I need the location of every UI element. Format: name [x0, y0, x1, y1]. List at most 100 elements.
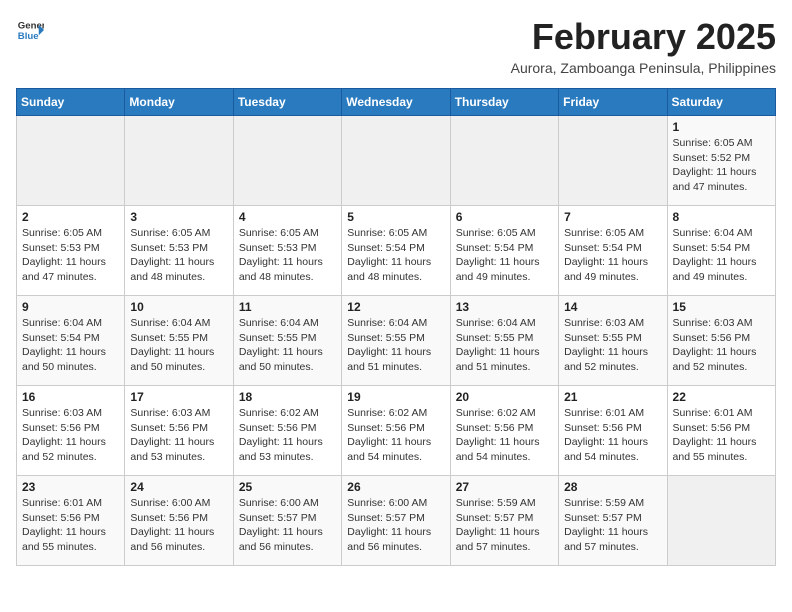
calendar-day-cell: 13 Sunrise: 6:04 AM Sunset: 5:55 PM Dayli… — [450, 296, 558, 386]
day-number: 28 — [564, 480, 661, 494]
calendar-day-cell: 5Sunrise: 6:05 AM Sunset: 5:54 PM Daylig… — [342, 206, 450, 296]
day-number: 17 — [130, 390, 227, 404]
calendar-day-cell: 17 Sunrise: 6:03 AM Sunset: 5:56 PM Dayli… — [125, 386, 233, 476]
day-number: 9 — [22, 300, 119, 314]
calendar-day-cell: 15 Sunrise: 6:03 AM Sunset: 5:56 PM Dayli… — [667, 296, 775, 386]
calendar-day-cell: 9 Sunrise: 6:04 AM Sunset: 5:54 PM Daylig… — [17, 296, 125, 386]
day-info: Sunrise: 6:02 AM Sunset: 5:56 PM Dayligh… — [239, 406, 336, 465]
day-number: 11 — [239, 300, 336, 314]
calendar-day-cell: 27 Sunrise: 5:59 AM Sunset: 5:57 PM Dayli… — [450, 476, 558, 566]
calendar-day-cell: 10 Sunrise: 6:04 AM Sunset: 5:55 PM Dayli… — [125, 296, 233, 386]
calendar-day-cell: 1 Sunrise: 6:05 AM Sunset: 5:52 PM Daylig… — [667, 116, 775, 206]
logo-icon: General Blue — [16, 16, 44, 44]
calendar-week-row: 9 Sunrise: 6:04 AM Sunset: 5:54 PM Daylig… — [17, 296, 776, 386]
calendar-day-cell: 8 Sunrise: 6:04 AM Sunset: 5:54 PM Daylig… — [667, 206, 775, 296]
calendar-week-row: 16 Sunrise: 6:03 AM Sunset: 5:56 PM Dayli… — [17, 386, 776, 476]
day-number: 24 — [130, 480, 227, 494]
day-info: Sunrise: 6:04 AM Sunset: 5:55 PM Dayligh… — [239, 316, 336, 375]
day-number: 2 — [22, 210, 119, 224]
day-number: 10 — [130, 300, 227, 314]
calendar-day-cell — [17, 116, 125, 206]
day-info: Sunrise: 6:02 AM Sunset: 5:56 PM Dayligh… — [347, 406, 444, 465]
day-info: Sunrise: 6:05 AM Sunset: 5:53 PM Dayligh… — [130, 226, 227, 285]
calendar-day-cell: 21 Sunrise: 6:01 AM Sunset: 5:56 PM Dayli… — [559, 386, 667, 476]
calendar-day-cell: 4 Sunrise: 6:05 AM Sunset: 5:53 PM Daylig… — [233, 206, 341, 296]
title-section: February 2025 Aurora, Zamboanga Peninsul… — [511, 16, 776, 76]
day-info: Sunrise: 5:59 AM Sunset: 5:57 PM Dayligh… — [456, 496, 553, 555]
calendar-day-cell: 6 Sunrise: 6:05 AM Sunset: 5:54 PM Daylig… — [450, 206, 558, 296]
calendar-day-cell: 20Sunrise: 6:02 AM Sunset: 5:56 PM Dayli… — [450, 386, 558, 476]
month-year-title: February 2025 — [511, 16, 776, 58]
svg-text:Blue: Blue — [18, 31, 39, 42]
day-number: 4 — [239, 210, 336, 224]
day-number: 19 — [347, 390, 444, 404]
day-number: 27 — [456, 480, 553, 494]
day-info: Sunrise: 6:03 AM Sunset: 5:55 PM Dayligh… — [564, 316, 661, 375]
calendar-week-row: 1 Sunrise: 6:05 AM Sunset: 5:52 PM Daylig… — [17, 116, 776, 206]
calendar-week-row: 2 Sunrise: 6:05 AM Sunset: 5:53 PM Daylig… — [17, 206, 776, 296]
day-of-week-header: Monday — [125, 89, 233, 116]
day-info: Sunrise: 6:05 AM Sunset: 5:53 PM Dayligh… — [239, 226, 336, 285]
calendar-day-cell: 18 Sunrise: 6:02 AM Sunset: 5:56 PM Dayli… — [233, 386, 341, 476]
day-of-week-header: Thursday — [450, 89, 558, 116]
day-info: Sunrise: 6:03 AM Sunset: 5:56 PM Dayligh… — [130, 406, 227, 465]
day-number: 6 — [456, 210, 553, 224]
day-number: 15 — [673, 300, 770, 314]
day-info: Sunrise: 6:05 AM Sunset: 5:52 PM Dayligh… — [673, 136, 770, 195]
logo: General Blue — [16, 16, 44, 44]
day-info: Sunrise: 6:00 AM Sunset: 5:57 PM Dayligh… — [347, 496, 444, 555]
day-number: 14 — [564, 300, 661, 314]
day-number: 18 — [239, 390, 336, 404]
day-info: Sunrise: 5:59 AM Sunset: 5:57 PM Dayligh… — [564, 496, 661, 555]
day-of-week-header: Friday — [559, 89, 667, 116]
day-number: 12 — [347, 300, 444, 314]
day-info: Sunrise: 6:03 AM Sunset: 5:56 PM Dayligh… — [22, 406, 119, 465]
day-of-week-header: Saturday — [667, 89, 775, 116]
calendar-day-cell: 3Sunrise: 6:05 AM Sunset: 5:53 PM Daylig… — [125, 206, 233, 296]
day-info: Sunrise: 6:01 AM Sunset: 5:56 PM Dayligh… — [22, 496, 119, 555]
day-of-week-header: Sunday — [17, 89, 125, 116]
day-info: Sunrise: 6:04 AM Sunset: 5:54 PM Dayligh… — [22, 316, 119, 375]
calendar-day-cell: 22Sunrise: 6:01 AM Sunset: 5:56 PM Dayli… — [667, 386, 775, 476]
calendar-day-cell: 26Sunrise: 6:00 AM Sunset: 5:57 PM Dayli… — [342, 476, 450, 566]
day-info: Sunrise: 6:04 AM Sunset: 5:55 PM Dayligh… — [130, 316, 227, 375]
calendar-day-cell — [667, 476, 775, 566]
day-info: Sunrise: 6:04 AM Sunset: 5:54 PM Dayligh… — [673, 226, 770, 285]
day-info: Sunrise: 6:05 AM Sunset: 5:54 PM Dayligh… — [347, 226, 444, 285]
day-number: 16 — [22, 390, 119, 404]
day-info: Sunrise: 6:04 AM Sunset: 5:55 PM Dayligh… — [456, 316, 553, 375]
calendar-day-cell: 25 Sunrise: 6:00 AM Sunset: 5:57 PM Dayli… — [233, 476, 341, 566]
calendar-day-cell: 24 Sunrise: 6:00 AM Sunset: 5:56 PM Dayli… — [125, 476, 233, 566]
day-number: 13 — [456, 300, 553, 314]
day-info: Sunrise: 6:05 AM Sunset: 5:54 PM Dayligh… — [456, 226, 553, 285]
day-number: 8 — [673, 210, 770, 224]
calendar-header-row: SundayMondayTuesdayWednesdayThursdayFrid… — [17, 89, 776, 116]
calendar-day-cell: 12 Sunrise: 6:04 AM Sunset: 5:55 PM Dayli… — [342, 296, 450, 386]
calendar-day-cell: 23 Sunrise: 6:01 AM Sunset: 5:56 PM Dayli… — [17, 476, 125, 566]
day-info: Sunrise: 6:00 AM Sunset: 5:56 PM Dayligh… — [130, 496, 227, 555]
page-header: General Blue February 2025 Aurora, Zambo… — [16, 16, 776, 76]
day-info: Sunrise: 6:05 AM Sunset: 5:54 PM Dayligh… — [564, 226, 661, 285]
day-info: Sunrise: 6:00 AM Sunset: 5:57 PM Dayligh… — [239, 496, 336, 555]
day-info: Sunrise: 6:01 AM Sunset: 5:56 PM Dayligh… — [564, 406, 661, 465]
day-number: 7 — [564, 210, 661, 224]
day-info: Sunrise: 6:03 AM Sunset: 5:56 PM Dayligh… — [673, 316, 770, 375]
day-of-week-header: Tuesday — [233, 89, 341, 116]
day-of-week-header: Wednesday — [342, 89, 450, 116]
day-number: 21 — [564, 390, 661, 404]
day-number: 1 — [673, 120, 770, 134]
calendar-week-row: 23 Sunrise: 6:01 AM Sunset: 5:56 PM Dayli… — [17, 476, 776, 566]
calendar-day-cell: 28 Sunrise: 5:59 AM Sunset: 5:57 PM Dayli… — [559, 476, 667, 566]
calendar-day-cell — [233, 116, 341, 206]
calendar-day-cell: 14 Sunrise: 6:03 AM Sunset: 5:55 PM Dayli… — [559, 296, 667, 386]
day-number: 25 — [239, 480, 336, 494]
calendar-day-cell: 7 Sunrise: 6:05 AM Sunset: 5:54 PM Daylig… — [559, 206, 667, 296]
calendar-day-cell: 16 Sunrise: 6:03 AM Sunset: 5:56 PM Dayli… — [17, 386, 125, 476]
day-info: Sunrise: 6:04 AM Sunset: 5:55 PM Dayligh… — [347, 316, 444, 375]
calendar-day-cell — [342, 116, 450, 206]
location-subtitle: Aurora, Zamboanga Peninsula, Philippines — [511, 60, 776, 76]
calendar-day-cell: 11 Sunrise: 6:04 AM Sunset: 5:55 PM Dayli… — [233, 296, 341, 386]
calendar-day-cell — [450, 116, 558, 206]
calendar-day-cell — [125, 116, 233, 206]
day-number: 23 — [22, 480, 119, 494]
